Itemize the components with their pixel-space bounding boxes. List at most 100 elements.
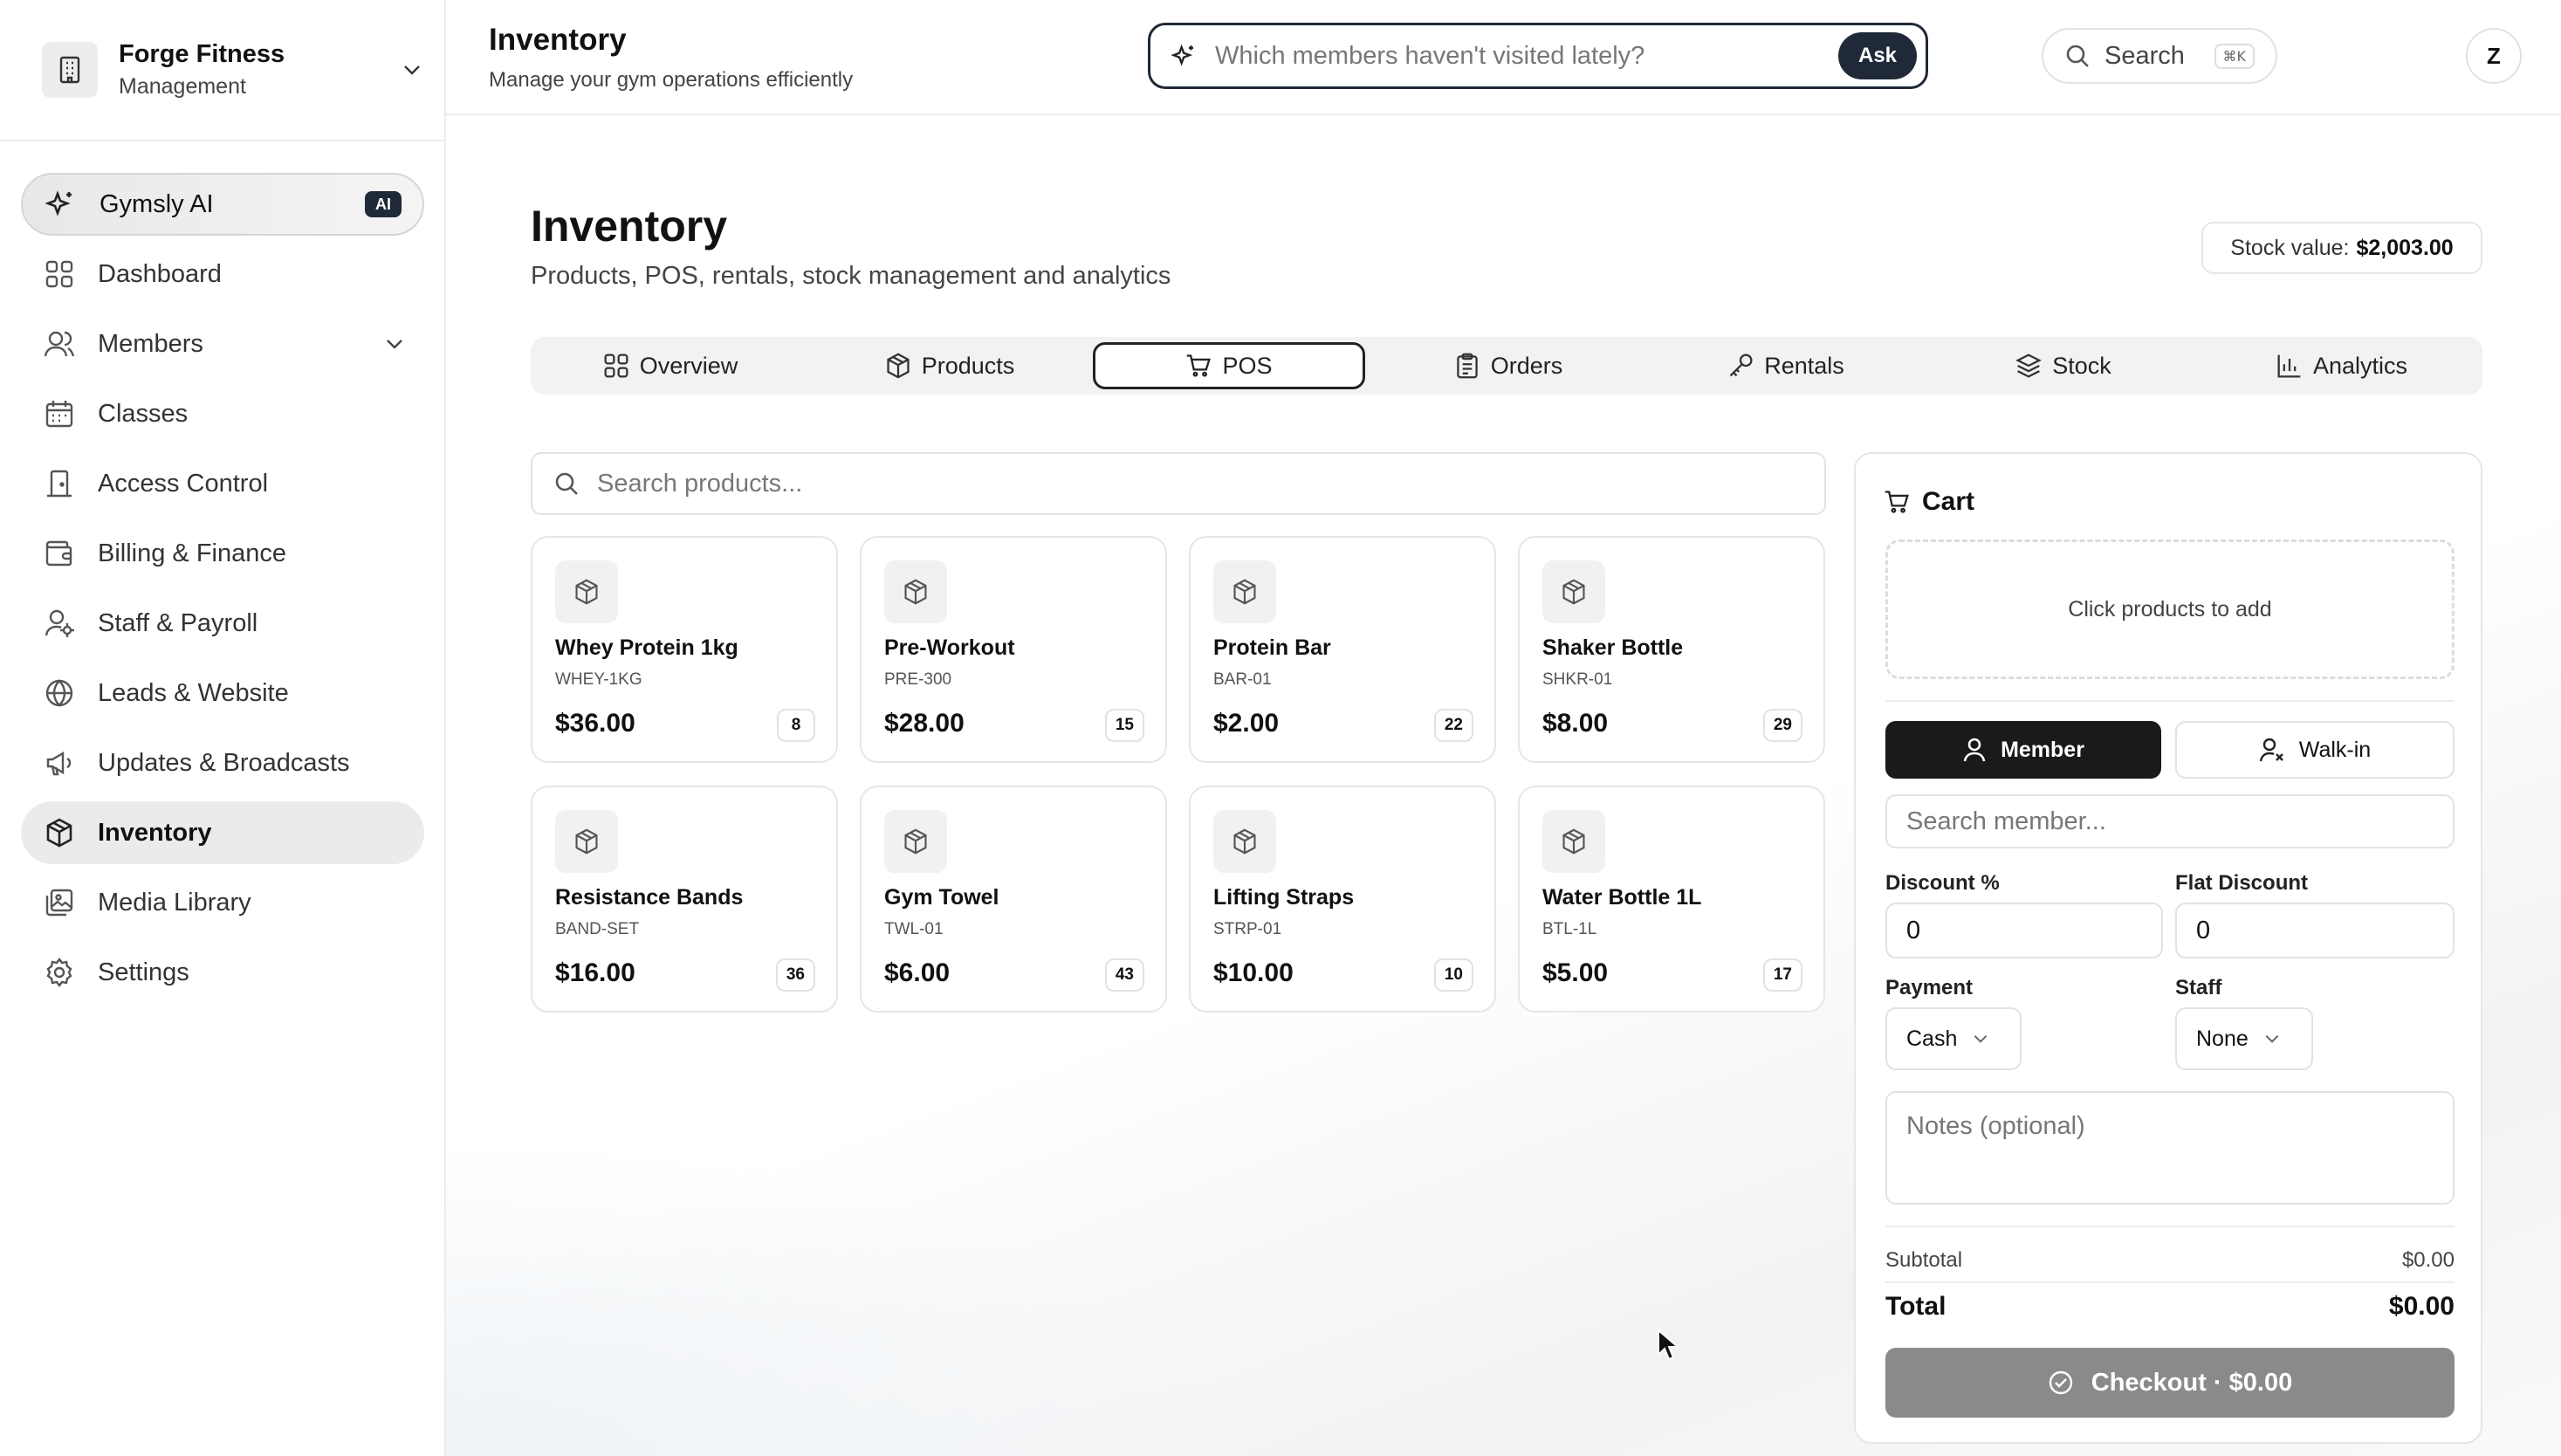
divider	[1885, 700, 2455, 702]
ask-ai-input[interactable]: Which members haven't visited lately?	[1215, 42, 1838, 71]
flat-discount-label: Flat Discount	[2175, 871, 2309, 895]
sidebar-item-label: Leads & Website	[98, 678, 289, 707]
tab-rentals[interactable]: Rentals	[1651, 342, 1920, 389]
tab-orders[interactable]: Orders	[1374, 342, 1643, 389]
stock-value-badge: Stock value: $2,003.00	[2201, 222, 2482, 274]
ask-button[interactable]: Ask	[1838, 32, 1917, 79]
package-icon	[884, 560, 947, 623]
global-search-button[interactable]: Search ⌘K	[2042, 28, 2277, 84]
product-name: Pre-Workout	[884, 635, 1015, 660]
tab-products[interactable]: Products	[815, 342, 1084, 389]
member-toggle-button[interactable]: Member	[1885, 721, 2161, 779]
member-label: Member	[2001, 737, 2084, 762]
tab-pos[interactable]: POS	[1093, 342, 1365, 389]
wallet-icon	[42, 536, 77, 571]
sidebar-item-inventory[interactable]: Inventory	[21, 801, 424, 864]
staff-select[interactable]: None	[2175, 1007, 2313, 1070]
sidebar-item-access-control[interactable]: Access Control	[21, 452, 424, 515]
user-cog-icon	[42, 606, 77, 641]
product-price: $16.00	[555, 958, 635, 987]
sidebar-item-billing[interactable]: Billing & Finance	[21, 522, 424, 585]
avatar[interactable]: Z	[2466, 28, 2522, 84]
sidebar-item-label: Access Control	[98, 469, 269, 498]
chevron-down-icon[interactable]	[398, 56, 426, 84]
product-card[interactable]: Water Bottle 1L BTL-1L $5.00 17	[1518, 786, 1825, 1013]
org-switcher[interactable]: Forge Fitness Management	[42, 40, 426, 99]
tab-label: Analytics	[2312, 352, 2408, 379]
clipboard-icon	[1454, 353, 1491, 379]
product-sku: BAR-01	[1213, 670, 1272, 689]
stock-count-badge: 17	[1762, 958, 1802, 992]
package-icon	[555, 810, 618, 873]
notes-textarea[interactable]: Notes (optional)	[1885, 1091, 2455, 1205]
cart-empty-state: Click products to add	[1885, 539, 2455, 679]
product-card[interactable]: Gym Towel TWL-01 $6.00 43	[860, 786, 1167, 1013]
product-card[interactable]: Protein Bar BAR-01 $2.00 22	[1189, 536, 1496, 763]
product-sku: STRP-01	[1213, 920, 1282, 938]
payment-select[interactable]: Cash	[1885, 1007, 2022, 1070]
tab-overview[interactable]: Overview	[536, 342, 805, 389]
sidebar-item-label: Staff & Payroll	[98, 608, 258, 637]
product-card[interactable]: Resistance Bands BAND-SET $16.00 36	[531, 786, 838, 1013]
chevron-down-icon[interactable]	[386, 339, 403, 349]
package-icon	[1542, 810, 1605, 873]
header-subtitle: Manage your gym operations efficiently	[489, 68, 854, 92]
search-icon	[2064, 43, 2091, 69]
package-icon	[555, 560, 618, 623]
product-name: Gym Towel	[884, 885, 999, 910]
sidebar-item-leads[interactable]: Leads & Website	[21, 662, 424, 725]
user-icon	[1962, 737, 2001, 763]
grid-icon	[603, 353, 640, 379]
cart-icon	[1185, 353, 1222, 379]
globe-icon	[42, 676, 77, 711]
page-subtitle: Products, POS, rentals, stock management…	[531, 262, 1171, 290]
sidebar-item-label: Classes	[98, 399, 189, 428]
member-search-input[interactable]: Search member...	[1885, 794, 2455, 848]
sidebar-item-gymsly-ai[interactable]: Gymsly AI AI	[21, 173, 424, 236]
sidebar-item-media-library[interactable]: Media Library	[21, 871, 424, 934]
product-card[interactable]: Pre-Workout PRE-300 $28.00 15	[860, 536, 1167, 763]
sidebar-divider	[0, 140, 446, 141]
product-search-placeholder: Search products...	[597, 469, 803, 498]
product-price: $5.00	[1542, 958, 1609, 987]
discount-percent-input[interactable]: 0	[1885, 903, 2163, 958]
product-sku: BAND-SET	[555, 920, 640, 938]
product-price: $10.00	[1213, 958, 1294, 987]
flat-discount-input[interactable]: 0	[2175, 903, 2455, 958]
tab-stock[interactable]: Stock	[1929, 342, 2198, 389]
org-name: Forge Fitness	[119, 40, 285, 68]
sidebar-item-classes[interactable]: Classes	[21, 382, 424, 445]
tab-analytics[interactable]: Analytics	[2207, 342, 2477, 389]
product-card[interactable]: Shaker Bottle SHKR-01 $8.00 29	[1518, 536, 1825, 763]
sidebar-item-staff[interactable]: Staff & Payroll	[21, 592, 424, 655]
stock-count-badge: 43	[1104, 958, 1144, 992]
package-icon	[1213, 560, 1276, 623]
sidebar-item-dashboard[interactable]: Dashboard	[21, 243, 424, 306]
product-card[interactable]: Whey Protein 1kg WHEY-1KG $36.00 8	[531, 536, 838, 763]
top-bar: Inventory Manage your gym operations eff…	[446, 0, 2561, 115]
sidebar: Forge Fitness Management Gymsly AI AI Da…	[0, 0, 446, 1456]
chevron-down-icon	[2249, 1034, 2280, 1043]
total-value: $0.00	[2388, 1292, 2455, 1321]
cart-header: Cart	[1884, 487, 1974, 517]
discount-percent-label: Discount %	[1885, 871, 2000, 895]
layers-icon	[2015, 353, 2052, 379]
stock-count-badge: 36	[775, 958, 815, 992]
product-search-input[interactable]: Search products...	[531, 452, 1826, 515]
walkin-toggle-button[interactable]: Walk-in	[2175, 721, 2455, 779]
product-sku: BTL-1L	[1542, 920, 1597, 938]
chevron-down-icon	[1957, 1034, 1988, 1043]
product-price: $8.00	[1542, 709, 1609, 738]
product-card[interactable]: Lifting Straps STRP-01 $10.00 10	[1189, 786, 1496, 1013]
sidebar-item-members[interactable]: Members	[21, 312, 424, 375]
ask-ai-bar[interactable]: Which members haven't visited lately? As…	[1148, 23, 1928, 89]
package-icon	[884, 810, 947, 873]
checkout-button[interactable]: Checkout · $0.00	[1885, 1348, 2455, 1418]
stock-count-badge: 22	[1433, 709, 1473, 742]
product-name: Protein Bar	[1213, 635, 1331, 660]
sidebar-item-updates[interactable]: Updates & Broadcasts	[21, 731, 424, 794]
sidebar-item-settings[interactable]: Settings	[21, 941, 424, 1004]
background-glow	[446, 1135, 1232, 1456]
product-name: Water Bottle 1L	[1542, 885, 1702, 910]
staff-label: Staff	[2175, 976, 2222, 999]
